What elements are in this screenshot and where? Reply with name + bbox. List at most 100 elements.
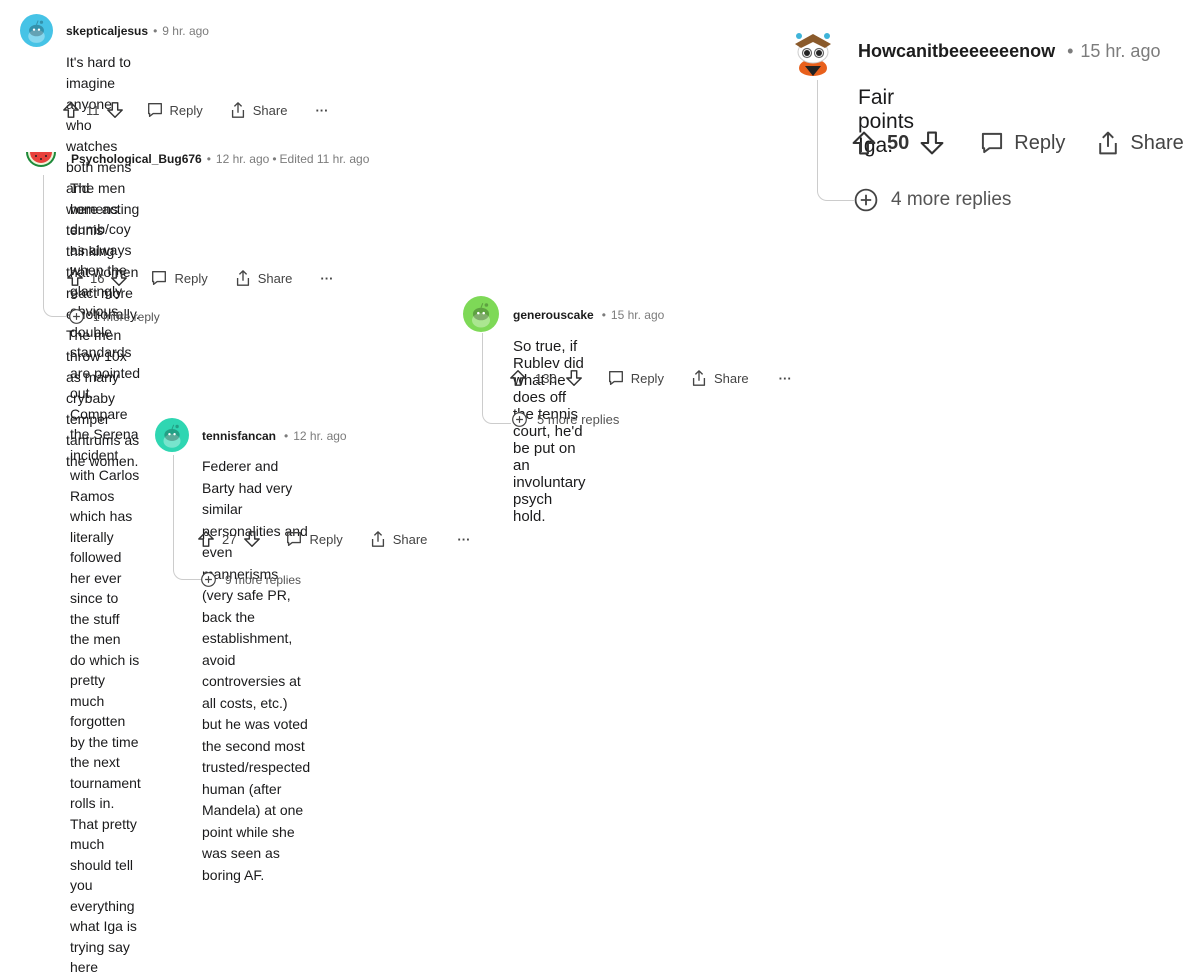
- reply-button[interactable]: Reply: [146, 101, 203, 119]
- edited-label: Edited 11 hr. ago: [279, 152, 370, 166]
- more-options-button[interactable]: ···: [457, 532, 470, 547]
- thread-line: [482, 333, 511, 424]
- share-icon: [234, 269, 252, 287]
- share-button[interactable]: Share: [229, 101, 288, 119]
- reply-button[interactable]: Reply: [285, 530, 343, 548]
- more-replies-label: 1 more reply: [93, 309, 160, 324]
- downvote-icon: [565, 369, 583, 387]
- more-replies-button[interactable]: 1 more reply: [68, 308, 160, 325]
- comment-body-line: do which is pretty much forgotten by the…: [70, 651, 141, 894]
- timestamp[interactable]: 12 hr. ago: [216, 152, 269, 166]
- more-replies-label: 5 more replies: [537, 412, 620, 427]
- downvote-icon: [919, 130, 945, 156]
- comment-body: Federer and Barty had very similar perso…: [202, 456, 310, 886]
- more-replies-label: 9 more replies: [225, 572, 302, 587]
- comment-bubble-icon: [607, 369, 625, 387]
- upvote-icon: [62, 101, 80, 119]
- reply-button[interactable]: Reply: [607, 369, 664, 387]
- share-icon: [1095, 130, 1121, 156]
- share-label: Share: [252, 102, 288, 118]
- upvote-button[interactable]: [851, 130, 877, 156]
- expand-plus-icon: [511, 411, 528, 428]
- share-icon: [369, 530, 387, 548]
- downvote-icon: [106, 101, 124, 119]
- comment-bubble-icon: [150, 269, 168, 287]
- expand-plus-icon: [68, 308, 85, 325]
- thread-line: [817, 80, 854, 201]
- vote-count: 27: [222, 531, 237, 547]
- thread-line: [173, 455, 202, 580]
- thread-line: [43, 175, 66, 317]
- downvote-button[interactable]: [106, 101, 124, 119]
- upvote-button[interactable]: [62, 101, 80, 119]
- share-label: Share: [392, 531, 428, 547]
- more-options-button[interactable]: ···: [315, 103, 328, 118]
- vote-count: 50: [887, 131, 910, 154]
- more-options-button[interactable]: ···: [320, 271, 333, 286]
- share-label: Share: [257, 270, 293, 286]
- comment-bubble-icon: [285, 530, 303, 548]
- separator-dot: •: [272, 152, 277, 166]
- upvote-icon: [197, 530, 215, 548]
- reply-label: Reply: [630, 370, 664, 386]
- vote-count: 130: [535, 370, 557, 386]
- downvote-icon: [110, 269, 128, 287]
- vote-count: 11: [86, 102, 100, 118]
- more-replies-label: 4 more replies: [891, 189, 1012, 210]
- expand-plus-icon: [853, 187, 879, 213]
- avatar[interactable]: [155, 418, 189, 452]
- more-replies-button[interactable]: 4 more replies: [853, 187, 1011, 213]
- avatar[interactable]: [463, 296, 499, 332]
- more-replies-button[interactable]: 9 more replies: [200, 571, 301, 588]
- timestamp[interactable]: 15 hr. ago: [611, 308, 664, 322]
- snoo-avatar-icon: [20, 14, 53, 47]
- snoo-character-icon: [795, 33, 831, 76]
- separator-dot: •: [153, 24, 158, 38]
- username[interactable]: generouscake: [513, 308, 594, 322]
- upvote-button[interactable]: [509, 369, 527, 387]
- comment-body-line: establishment, avoid controversies at al…: [202, 630, 311, 775]
- avatar[interactable]: [789, 26, 837, 76]
- downvote-button[interactable]: [243, 530, 261, 548]
- comment-body-line: human (after Mandela) at one point while…: [202, 780, 304, 883]
- reply-button[interactable]: Reply: [979, 130, 1065, 156]
- comment-body-line: The men here acting dumb/coy as always w…: [70, 180, 141, 401]
- username[interactable]: Psychological_Bug676: [71, 152, 202, 166]
- comment-body: So true, if Rublev did what he does off …: [513, 338, 586, 525]
- share-icon: [229, 101, 247, 119]
- watermelon-avatar[interactable]: [24, 148, 58, 174]
- snoo-avatar-icon: [155, 418, 189, 452]
- downvote-button[interactable]: [110, 269, 128, 287]
- share-label: Share: [1130, 131, 1184, 154]
- downvote-button[interactable]: [919, 130, 945, 156]
- reply-label: Reply: [169, 102, 203, 118]
- avatar[interactable]: [20, 14, 53, 47]
- reply-label: Reply: [309, 531, 343, 547]
- reply-button[interactable]: Reply: [150, 269, 208, 287]
- upvote-icon: [851, 130, 877, 156]
- share-label: Share: [713, 370, 749, 386]
- share-button[interactable]: Share: [369, 530, 428, 548]
- comment-body: The men here acting dumb/coy as always w…: [70, 178, 141, 978]
- timestamp[interactable]: 12 hr. ago: [293, 429, 346, 443]
- more-options-button[interactable]: ···: [779, 371, 792, 386]
- upvote-button[interactable]: [197, 530, 215, 548]
- timestamp[interactable]: 15 hr. ago: [1080, 41, 1160, 62]
- upvote-icon: [509, 369, 527, 387]
- share-button[interactable]: Share: [690, 369, 749, 387]
- vote-count: 16: [90, 270, 105, 286]
- share-icon: [690, 369, 708, 387]
- more-replies-button[interactable]: 5 more replies: [511, 411, 619, 428]
- username[interactable]: tennisfancan: [202, 429, 276, 443]
- username[interactable]: Howcanitbeeeeeeenow: [858, 41, 1055, 62]
- upvote-icon: [66, 269, 84, 287]
- share-button[interactable]: Share: [234, 269, 293, 287]
- separator-dot: •: [284, 429, 289, 443]
- downvote-button[interactable]: [565, 369, 583, 387]
- timestamp[interactable]: 9 hr. ago: [162, 24, 209, 38]
- share-button[interactable]: Share: [1095, 130, 1184, 156]
- username[interactable]: skepticaljesus: [66, 24, 148, 38]
- separator-dot: •: [206, 152, 211, 166]
- separator-dot: •: [601, 308, 606, 322]
- upvote-button[interactable]: [66, 269, 84, 287]
